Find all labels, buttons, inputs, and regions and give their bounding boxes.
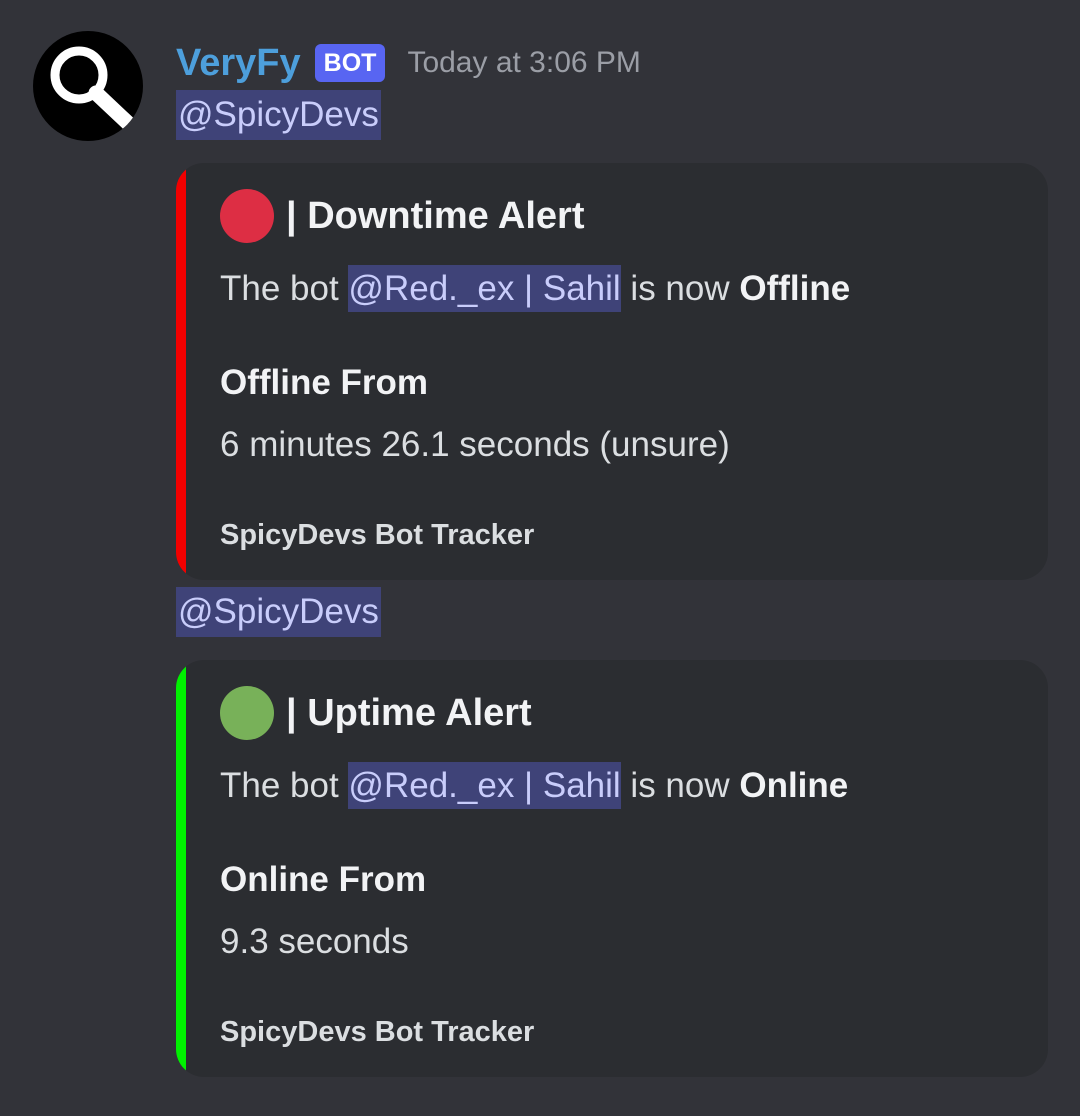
embed-color-bar — [176, 660, 186, 1077]
embed-title: | Downtime Alert — [220, 189, 584, 243]
magnifier-icon — [50, 46, 138, 133]
desc-prefix: The bot — [220, 766, 349, 805]
bot-badge: BOT — [314, 44, 386, 82]
chat-message: VeryFy BOT Today at 3:06 PM @SpicyDevs |… — [0, 0, 1080, 1116]
timestamp[interactable]: Today at 3:06 PM — [407, 46, 640, 80]
field-value: 9.3 seconds — [220, 922, 409, 961]
username[interactable]: VeryFy — [176, 42, 301, 85]
red-circle-icon — [220, 189, 274, 243]
role-mention[interactable]: @SpicyDevs — [176, 587, 381, 637]
desc-prefix: The bot — [220, 269, 349, 308]
embed-title-text: | Downtime Alert — [286, 194, 585, 237]
desc-middle: is now — [620, 269, 740, 308]
embed-uptime-alert: | Uptime Alert The bot @Red._ex | Sahil … — [176, 660, 1048, 1077]
bot-mention[interactable]: @Red._ex | Sahil — [348, 265, 621, 312]
message-header: VeryFy BOT Today at 3:06 PM — [176, 38, 641, 88]
status-text: Offline — [739, 269, 851, 308]
field-value: 6 minutes 26.1 seconds (unsure) — [220, 425, 730, 464]
embed-title: | Uptime Alert — [220, 686, 532, 740]
desc-middle: is now — [620, 766, 740, 805]
bot-mention[interactable]: @Red._ex | Sahil — [348, 762, 621, 809]
embed-title-text: | Uptime Alert — [286, 691, 532, 734]
embed-footer: SpicyDevs Bot Tracker — [220, 519, 535, 551]
embed-color-bar — [176, 163, 186, 580]
embed-footer: SpicyDevs Bot Tracker — [220, 1016, 535, 1048]
embed-description: The bot @Red._ex | Sahil is now Offline — [220, 265, 851, 312]
avatar[interactable] — [33, 31, 143, 141]
embed-description: The bot @Red._ex | Sahil is now Online — [220, 762, 849, 809]
role-mention[interactable]: @SpicyDevs — [176, 90, 381, 140]
status-text: Online — [739, 766, 849, 805]
field-name: Online From — [220, 860, 427, 899]
embed-downtime-alert: | Downtime Alert The bot @Red._ex | Sahi… — [176, 163, 1048, 580]
green-circle-icon — [220, 686, 274, 740]
field-name: Offline From — [220, 363, 429, 402]
